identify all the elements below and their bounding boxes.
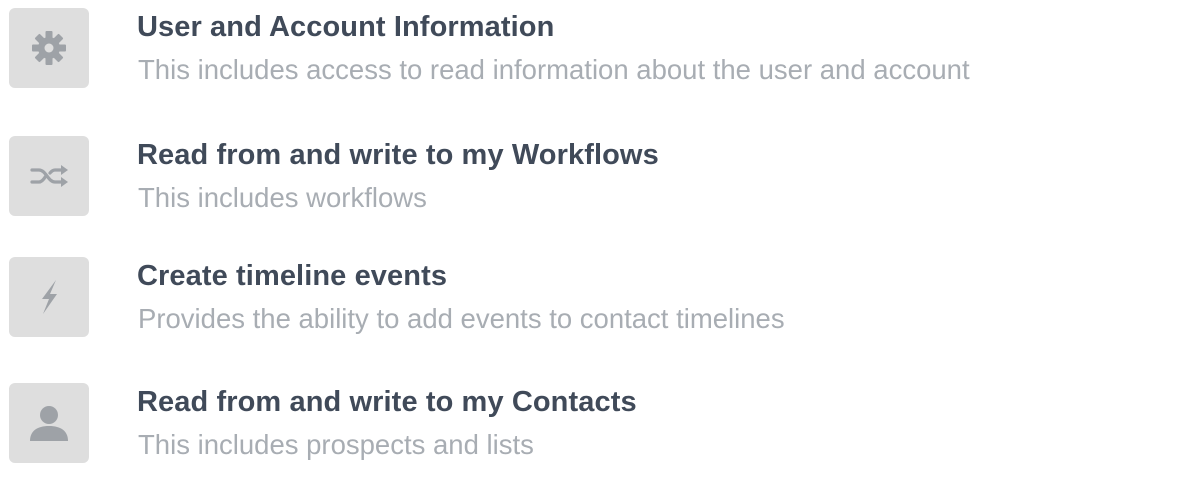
gear-icon xyxy=(32,31,66,65)
permissions-list: User and Account Information This includ… xyxy=(0,0,1182,467)
permission-item-workflows: Read from and write to my Workflows This… xyxy=(0,136,1182,236)
permission-icon-tile xyxy=(9,383,89,463)
user-icon xyxy=(30,406,68,441)
permission-item-contacts: Read from and write to my Contacts This … xyxy=(0,383,1182,483)
permission-description: Provides the ability to add events to co… xyxy=(138,303,785,334)
permission-description: This includes workflows xyxy=(138,182,427,213)
permission-title: Read from and write to my Workflows xyxy=(137,139,659,171)
permission-icon-tile xyxy=(9,136,89,216)
permission-title: Create timeline events xyxy=(137,260,448,292)
permission-description: This includes access to read information… xyxy=(138,54,970,85)
permission-item-timeline-events: Create timeline events Provides the abil… xyxy=(0,257,1182,357)
permission-title: User and Account Information xyxy=(137,11,555,43)
permission-item-user-account: User and Account Information This includ… xyxy=(0,8,1182,108)
lightning-bolt-icon xyxy=(42,280,57,314)
permission-description: This includes prospects and lists xyxy=(138,429,534,460)
shuffle-icon xyxy=(30,165,68,187)
permission-title: Read from and write to my Contacts xyxy=(137,386,637,418)
permission-icon-tile xyxy=(9,8,89,88)
permission-icon-tile xyxy=(9,257,89,337)
